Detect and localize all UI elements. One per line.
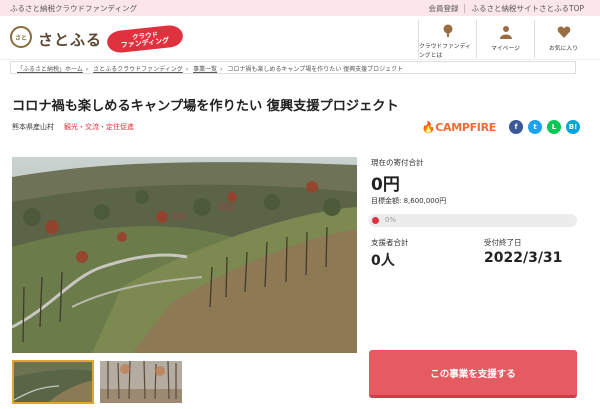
campfire-logo[interactable]: 🔥CAMPFIRE	[421, 120, 497, 134]
header-nav: クラウドファンディングとは マイページ お気に入り	[418, 20, 592, 59]
breadcrumb: 「ふるさと納税」ホーム › さとふるクラウドファンディング › 事業一覧 › コロナ禍…	[10, 61, 576, 74]
breadcrumb-current: コロナ禍も楽しめるキャンプ場を作りたい 復興支援プロジェクト	[227, 66, 404, 73]
progress-dot	[372, 217, 379, 224]
logo-text[interactable]: さとふる	[38, 29, 102, 50]
tree-icon	[440, 24, 456, 38]
twitter-share-icon[interactable]: t	[528, 120, 542, 134]
current-total-label: 現在の寄付合計	[371, 158, 424, 167]
site-tagline: ふるさと納税クラウドファンディング	[10, 4, 137, 13]
nav-about-crowdfunding[interactable]: クラウドファンディングとは	[418, 20, 476, 59]
nav-favorites[interactable]: お気に入り	[534, 20, 592, 58]
breadcrumb-projects[interactable]: 事業一覧	[193, 66, 217, 73]
funding-progress-bar: 0%	[369, 214, 577, 227]
deadline-value: 2022/3/31	[484, 250, 563, 266]
breadcrumb-separator: ›	[220, 66, 223, 73]
support-project-button[interactable]: この事業を支援する	[369, 350, 577, 398]
line-share-icon[interactable]: L	[547, 120, 561, 134]
top-bar: ふるさと納税クラウドファンディング 会員登録 ふるさと納税サイトさとふるTOP	[0, 0, 600, 16]
region-link[interactable]: 熊本県産山村	[12, 123, 54, 131]
category-tag[interactable]: 観光・交流・定住促進	[64, 123, 134, 131]
nav-mypage[interactable]: マイページ	[476, 20, 534, 58]
nav-label: クラウドファンディングとは	[419, 44, 471, 59]
supporters-value: 0人	[371, 253, 395, 269]
logo-mark-text: さと	[14, 34, 27, 42]
nav-label: お気に入り	[549, 46, 578, 52]
supporters-label: 支援者合計	[371, 238, 409, 247]
breadcrumb-separator: ›	[185, 66, 189, 73]
current-total-value: 0円	[371, 175, 400, 195]
target-amount: 目標金額: 8,600,000円	[371, 197, 447, 205]
hatena-bookmark-icon[interactable]: B!	[566, 120, 580, 134]
person-icon	[498, 24, 514, 40]
register-link[interactable]: 会員登録	[422, 3, 464, 14]
heart-icon	[556, 24, 572, 40]
breadcrumb-separator: ›	[85, 66, 89, 73]
partner-name: CAMPFIRE	[435, 120, 496, 134]
site-top-link[interactable]: ふるさと納税サイトさとふるTOP	[465, 3, 590, 14]
project-main-image	[12, 157, 357, 353]
progress-percent: 0%	[385, 216, 397, 224]
logo-icon[interactable]: さと	[10, 26, 32, 48]
gallery-thumbnail-2[interactable]	[100, 361, 182, 403]
nav-label: マイページ	[491, 46, 520, 52]
page-title: コロナ禍も楽しめるキャンプ場を作りたい 復興支援プロジェクト	[12, 99, 399, 114]
breadcrumb-crowdfunding[interactable]: さとふるクラウドファンディング	[93, 66, 183, 73]
top-links: 会員登録 ふるさと納税サイトさとふるTOP	[422, 3, 590, 14]
header: さと さとふる クラウド ファンディング クラウドファンディングとは マイページ…	[0, 16, 600, 60]
project-meta: 熊本県産山村 観光・交流・定住促進	[12, 122, 134, 132]
gallery-thumbnail-1[interactable]	[12, 360, 94, 404]
share-bar: 🔥CAMPFIRE f t L B!	[422, 120, 580, 134]
flame-icon: 🔥	[421, 120, 436, 134]
facebook-share-icon[interactable]: f	[509, 120, 523, 134]
breadcrumb-home[interactable]: 「ふるさと納税」ホーム	[17, 66, 83, 73]
crowdfunding-badge[interactable]: クラウド ファンディング	[103, 24, 184, 54]
deadline-label: 受付終了日	[484, 238, 522, 247]
